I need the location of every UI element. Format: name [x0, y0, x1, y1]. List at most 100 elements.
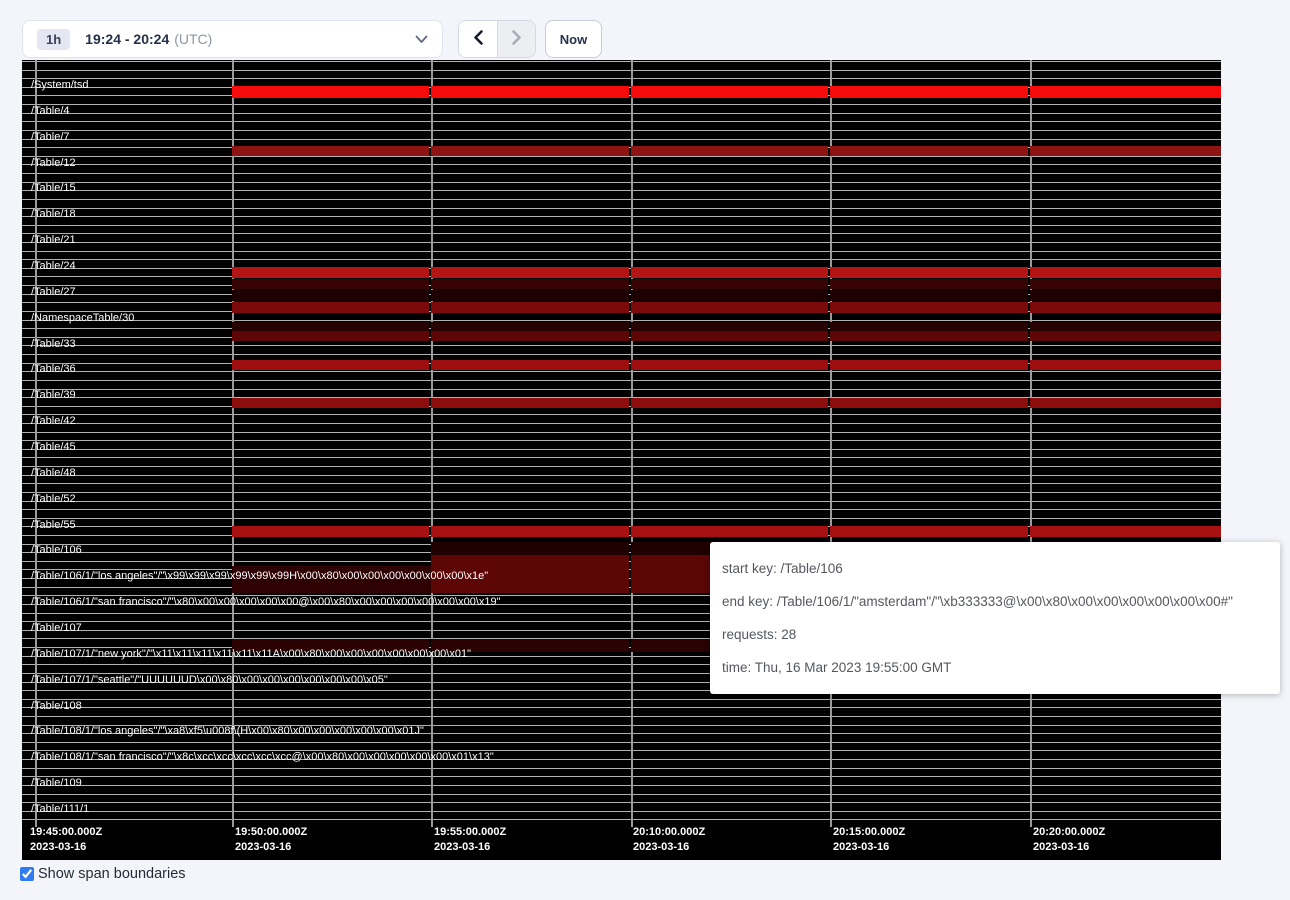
heatmap-band[interactable]	[232, 267, 429, 278]
heatmap-band[interactable]	[431, 331, 629, 341]
span-boundary-line	[22, 432, 1221, 433]
next-range-button[interactable]	[497, 21, 535, 57]
row-key-label: /Table/106	[31, 544, 82, 556]
heatmap-band[interactable]	[1030, 146, 1221, 156]
heatmap-band[interactable]	[431, 542, 629, 555]
heatmap-band[interactable]	[1030, 322, 1221, 331]
heatmap-band[interactable]	[232, 86, 429, 98]
heatmap-band[interactable]	[830, 322, 1028, 331]
heatmap-band[interactable]	[232, 279, 429, 289]
previous-range-button[interactable]	[459, 21, 497, 57]
heatmap-band[interactable]	[431, 322, 629, 331]
heatmap-band[interactable]	[830, 86, 1028, 98]
heatmap-band[interactable]	[232, 526, 429, 537]
heatmap-band[interactable]	[232, 146, 429, 156]
heatmap-band[interactable]	[431, 526, 629, 537]
heatmap-band[interactable]	[830, 526, 1028, 537]
span-boundary-line	[22, 449, 1221, 450]
heatmap-band[interactable]	[1030, 331, 1221, 341]
heatmap-band[interactable]	[830, 279, 1028, 289]
span-boundary-line	[22, 139, 1221, 140]
heatmap-band[interactable]	[830, 146, 1028, 156]
span-boundary-line	[22, 699, 1221, 700]
time-gridline	[830, 60, 832, 827]
heatmap-band[interactable]	[431, 398, 629, 408]
now-button[interactable]: Now	[545, 20, 602, 58]
time-range-dropdown[interactable]: 1h 19:24 - 20:24 (UTC)	[22, 20, 443, 58]
heatmap-band[interactable]	[431, 86, 629, 98]
heatmap-band[interactable]	[1030, 267, 1221, 278]
heatmap-band[interactable]	[431, 302, 629, 313]
span-boundary-line	[22, 423, 1221, 424]
heatmap-band[interactable]	[830, 290, 1028, 301]
heatmap-band[interactable]	[631, 398, 829, 408]
heatmap-band[interactable]	[830, 331, 1028, 341]
heatmap-band[interactable]	[1030, 302, 1221, 313]
heatmap-band[interactable]	[1030, 398, 1221, 408]
heatmap-band[interactable]	[1030, 360, 1221, 370]
time-gridline	[232, 60, 234, 827]
span-boundary-line	[22, 811, 1221, 812]
span-boundary-line	[22, 233, 1221, 234]
span-boundary-line	[22, 182, 1221, 183]
span-boundary-line	[22, 199, 1221, 200]
heatmap-band[interactable]	[1030, 290, 1221, 301]
heatmap-band[interactable]	[631, 322, 829, 331]
time-range-pager	[458, 20, 536, 58]
span-boundary-line	[22, 518, 1221, 519]
heatmap-band[interactable]	[631, 86, 829, 98]
heatmap-band[interactable]	[1030, 86, 1221, 98]
heatmap-tooltip: start key: /Table/106 end key: /Table/10…	[710, 542, 1280, 694]
span-boundary-line	[22, 121, 1221, 122]
row-key-label: /Table/24	[31, 260, 76, 272]
row-key-label: /Table/108/1/"san francisco"/"\x8c\xcc\x…	[31, 751, 494, 763]
heatmap-band[interactable]	[631, 267, 829, 278]
heatmap-band[interactable]	[232, 398, 429, 408]
row-key-label: /Table/55	[31, 519, 76, 531]
row-key-label: /Table/107/1/"new york"/"\x11\x11\x11\x1…	[31, 648, 471, 660]
heatmap-band[interactable]	[232, 322, 429, 331]
heatmap-band[interactable]	[431, 360, 629, 370]
heatmap-band[interactable]	[232, 331, 429, 341]
time-range-timezone: (UTC)	[174, 31, 212, 47]
row-key-label: /NamespaceTable/30	[31, 312, 134, 324]
heatmap-band[interactable]	[232, 290, 429, 301]
time-gridline	[431, 60, 433, 827]
span-boundary-line	[22, 483, 1221, 484]
axis-date: 2023-03-16	[833, 840, 905, 855]
span-boundary-line	[22, 440, 1221, 441]
heatmap-band[interactable]	[830, 360, 1028, 370]
heatmap[interactable]: /System/tsd/Table/4/Table/7/Table/12/Tab…	[22, 60, 1221, 860]
heatmap-band[interactable]	[631, 526, 829, 537]
span-boundary-line	[22, 173, 1221, 174]
heatmap-band[interactable]	[431, 279, 629, 289]
heatmap-band[interactable]	[830, 398, 1028, 408]
heatmap-band[interactable]	[232, 360, 429, 370]
span-boundary-line	[22, 707, 1221, 708]
span-boundary-line	[22, 130, 1221, 131]
span-boundary-line	[22, 61, 1221, 62]
heatmap-band[interactable]	[631, 360, 829, 370]
row-key-label: /Table/106/1/"san francisco"/"\x80\x00\x…	[31, 596, 501, 608]
heatmap-band[interactable]	[631, 279, 829, 289]
heatmap-band[interactable]	[830, 302, 1028, 313]
heatmap-band[interactable]	[431, 267, 629, 278]
heatmap-band[interactable]	[631, 146, 829, 156]
heatmap-band[interactable]	[431, 146, 629, 156]
heatmap-band[interactable]	[1030, 526, 1221, 537]
time-gridline	[1030, 60, 1032, 827]
heatmap-band[interactable]	[830, 267, 1028, 278]
row-key-label: /Table/45	[31, 441, 76, 453]
heatmap-band[interactable]	[232, 302, 429, 313]
heatmap-band[interactable]	[431, 290, 629, 301]
heatmap-band[interactable]	[1030, 279, 1221, 289]
span-boundary-line	[22, 225, 1221, 226]
span-boundary-line	[22, 802, 1221, 803]
row-key-label: /Table/48	[31, 467, 76, 479]
row-key-label: /Table/52	[31, 493, 76, 505]
show-span-boundaries-checkbox[interactable]	[20, 867, 34, 881]
span-boundary-line	[22, 251, 1221, 252]
heatmap-band[interactable]	[631, 302, 829, 313]
heatmap-band[interactable]	[631, 290, 829, 301]
heatmap-band[interactable]	[631, 331, 829, 341]
